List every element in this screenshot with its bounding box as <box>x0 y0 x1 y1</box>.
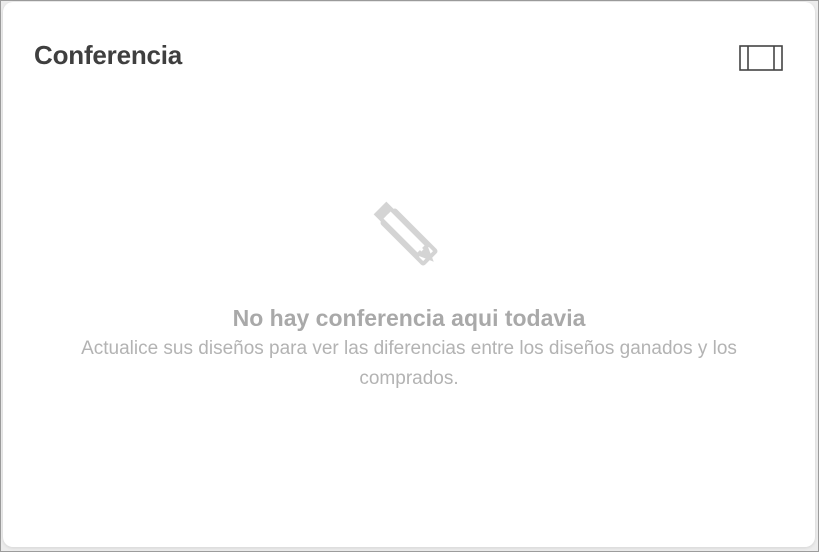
panel-layout-icon <box>739 45 783 71</box>
empty-state: No hay conferencia aqui todavia Actualic… <box>3 194 815 394</box>
conference-card: Conferencia No hay conferencia aqui toda… <box>3 2 815 547</box>
empty-state-title: No hay conferencia aqui todavia <box>232 305 586 331</box>
panel-toggle-button[interactable] <box>739 44 783 72</box>
empty-state-description: Actualice sus diseños para ver las difer… <box>81 338 737 389</box>
card-header: Conferencia <box>3 2 815 112</box>
design-tools-icon <box>373 201 438 266</box>
window-frame: Conferencia No hay conferencia aqui toda… <box>0 0 819 552</box>
card-title: Conferencia <box>34 40 183 70</box>
